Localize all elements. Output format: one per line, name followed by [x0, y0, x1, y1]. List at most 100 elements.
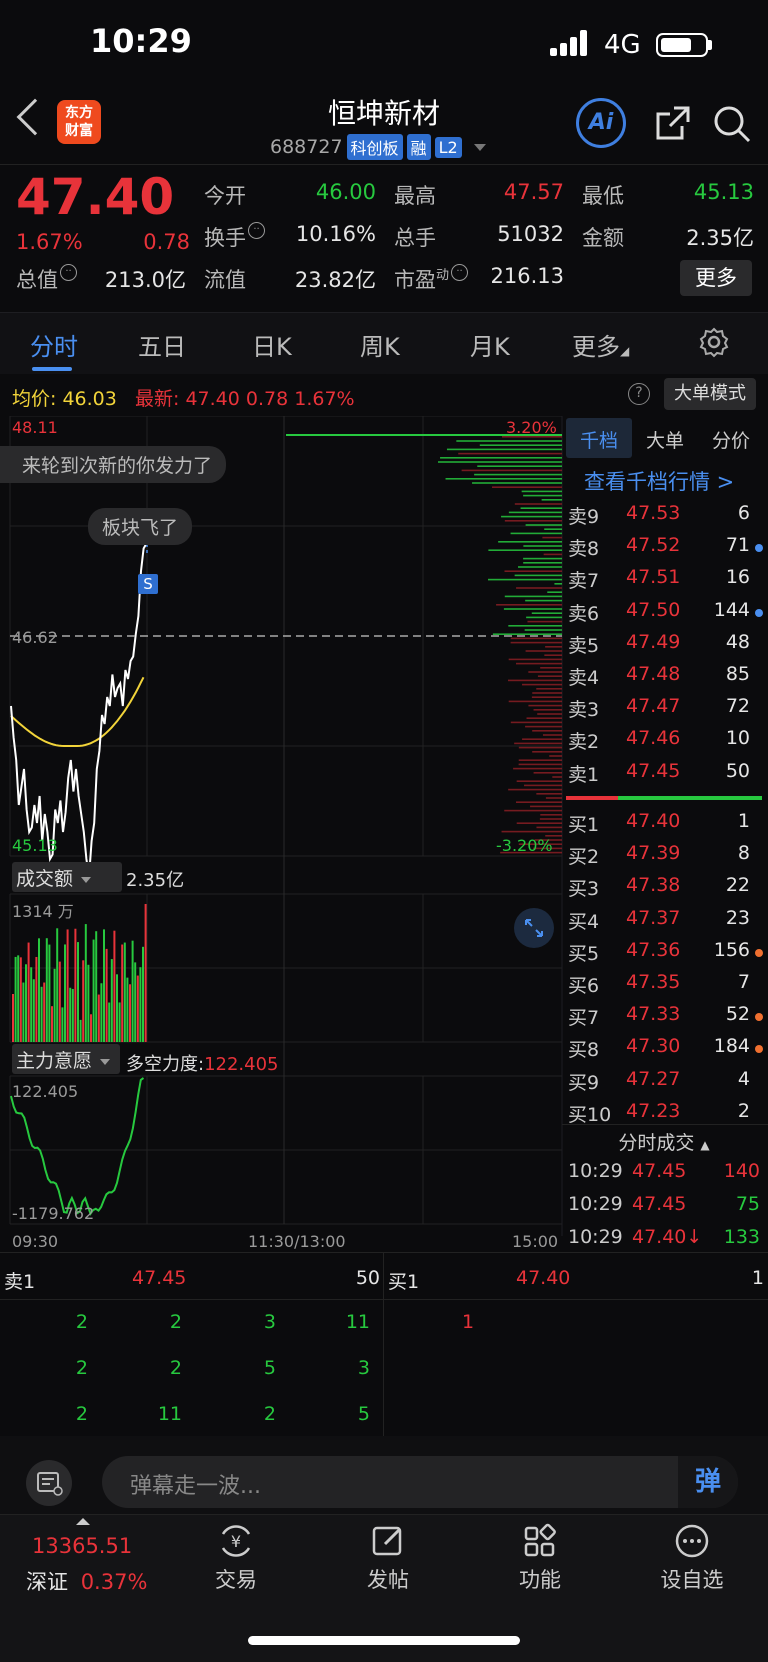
- volume-max-label: 1314 万: [12, 902, 74, 921]
- depth-bar: [446, 448, 562, 451]
- large-order-dot: [755, 608, 763, 617]
- sell-marker[interactable]: S: [138, 574, 158, 594]
- depth-bar: [498, 541, 562, 543]
- level-label: 买6: [568, 975, 600, 997]
- level-price: 47.33: [626, 1003, 681, 1026]
- order-book-row[interactable]: 买10 47.23 2: [564, 1100, 764, 1132]
- order-book-row[interactable]: 买4 47.37 23: [564, 907, 764, 939]
- strength-selector[interactable]: 主力意愿: [12, 1044, 120, 1074]
- level-price: 47.23: [626, 1099, 681, 1122]
- ask-queue-item: 11: [345, 1311, 370, 1333]
- depth-bar: [523, 545, 562, 547]
- volume-bar: [56, 928, 59, 1042]
- help-icon[interactable]: ?: [628, 383, 650, 405]
- order-book-row[interactable]: 卖6 47.50 144: [564, 599, 764, 631]
- share-icon[interactable]: [652, 104, 692, 148]
- tab-more[interactable]: 更多◢: [572, 327, 629, 362]
- depth-bar: [520, 507, 562, 509]
- level-label: 卖3: [568, 699, 600, 722]
- order-book-row[interactable]: 买7 47.33 52: [564, 1003, 764, 1035]
- depth-bar: [541, 499, 562, 501]
- search-icon[interactable]: [712, 104, 752, 148]
- battery-tip: [708, 40, 712, 50]
- float-value: 23.82亿: [294, 268, 376, 292]
- chevron-up-icon[interactable]: [76, 1518, 90, 1525]
- depth-bar: [526, 616, 562, 619]
- info-icon[interactable]: ··: [451, 264, 469, 281]
- tab-thousand-level[interactable]: 千档: [580, 426, 618, 453]
- trades-title[interactable]: 分时成交 ▲: [564, 1128, 764, 1155]
- order-book-row[interactable]: 卖3 47.47 72: [564, 695, 764, 727]
- nav-watchlist[interactable]: 设自选: [642, 1564, 742, 1594]
- gear-icon[interactable]: [698, 326, 730, 362]
- order-book-row[interactable]: 卖7 47.51 16: [564, 566, 764, 598]
- level-volume: 7: [737, 971, 750, 993]
- amount-value: 2.35亿: [686, 226, 754, 250]
- danmu-list-icon[interactable]: [26, 1460, 72, 1506]
- chevron-down-icon: [473, 143, 486, 151]
- nav-post[interactable]: 发帖: [338, 1564, 438, 1594]
- danmu-bubble[interactable]: 来轮到次新的你发力了: [0, 446, 226, 483]
- order-book-row[interactable]: 卖8 47.52 71: [564, 534, 764, 566]
- volume-selector[interactable]: 成交额: [12, 862, 122, 892]
- level-price: 47.51: [626, 566, 681, 589]
- depth-bar: [516, 587, 562, 589]
- tab-five-day[interactable]: 五日: [138, 327, 186, 362]
- tab-big-order[interactable]: 大单: [646, 426, 684, 453]
- tab-price-dist[interactable]: 分价: [712, 426, 750, 453]
- ai-button[interactable]: Ai: [576, 98, 626, 148]
- tab-monthly-k[interactable]: 月K: [470, 327, 510, 362]
- order-book-row[interactable]: 买8 47.30 184: [564, 1035, 764, 1067]
- danmu-bubble[interactable]: 板块飞了: [88, 508, 193, 545]
- nav-function[interactable]: 功能: [490, 1564, 590, 1594]
- depth-bar: [522, 738, 562, 740]
- order-book-row[interactable]: 买2 47.39 8: [564, 842, 764, 874]
- tab-intraday[interactable]: 分时: [30, 327, 78, 362]
- watchlist-icon[interactable]: [642, 1520, 742, 1562]
- post-icon[interactable]: [338, 1520, 438, 1562]
- info-icon[interactable]: ··: [248, 222, 265, 239]
- tab-daily-k[interactable]: 日K: [252, 327, 292, 362]
- trade-price: 47.45: [632, 1160, 687, 1182]
- strength-value: 122.405: [204, 1054, 279, 1075]
- info-icon[interactable]: ··: [60, 264, 77, 281]
- big-order-mode-button[interactable]: 大单模式: [664, 378, 756, 410]
- depth-bar: [545, 646, 562, 648]
- tab-weekly-k[interactable]: 周K: [360, 327, 400, 362]
- order-book-row[interactable]: 买3 47.38 22: [564, 874, 764, 906]
- order-book-row[interactable]: 买9 47.27 4: [564, 1068, 764, 1100]
- order-book-row[interactable]: 买1 47.40 1: [564, 810, 764, 842]
- danmu-send-button[interactable]: 弹: [678, 1456, 738, 1508]
- order-book-row[interactable]: 买6 47.35 7: [564, 971, 764, 1003]
- depth-bar: [515, 662, 562, 665]
- nav-trade[interactable]: 交易: [186, 1564, 286, 1594]
- depth-bar: [521, 490, 562, 493]
- level-label: 卖6: [568, 602, 600, 625]
- divider: [0, 1299, 768, 1300]
- volume-bar: [19, 957, 22, 1042]
- thousand-level-link[interactable]: 查看千档行情 >: [584, 466, 734, 496]
- chart-tabs: 分时 五日 日K 周K 月K 更多◢: [0, 312, 768, 374]
- function-icon[interactable]: [490, 1520, 590, 1562]
- order-book-row[interactable]: 卖4 47.48 85: [564, 663, 764, 695]
- index-value[interactable]: 13365.51: [32, 1534, 132, 1558]
- order-book-row[interactable]: 买5 47.36 156: [564, 939, 764, 971]
- order-book-row[interactable]: 卖1 47.45 50: [564, 760, 764, 792]
- level-label: 买4: [568, 910, 600, 933]
- order-book-row[interactable]: 卖5 47.49 48: [564, 631, 764, 663]
- index-row[interactable]: 深证 0.37%: [26, 1566, 147, 1596]
- trade-icon[interactable]: ¥: [186, 1520, 286, 1562]
- more-button[interactable]: 更多: [680, 260, 752, 296]
- level-volume: 72: [725, 695, 750, 718]
- expand-icon[interactable]: [514, 908, 554, 948]
- order-book-row[interactable]: 卖2 47.46 10: [564, 727, 764, 759]
- volume-bar: [38, 938, 40, 1042]
- depth-bar: [542, 536, 562, 539]
- stock-code-row[interactable]: 688727 科创板 融 L2: [270, 134, 486, 160]
- depth-bar: [533, 772, 562, 774]
- danmu-input[interactable]: 弹幕走一波...: [102, 1456, 738, 1508]
- depth-bar: [504, 809, 562, 812]
- depth-bar: [528, 671, 562, 673]
- order-book-row[interactable]: 卖9 47.53 6: [564, 502, 764, 534]
- level-label: 买3: [568, 878, 600, 901]
